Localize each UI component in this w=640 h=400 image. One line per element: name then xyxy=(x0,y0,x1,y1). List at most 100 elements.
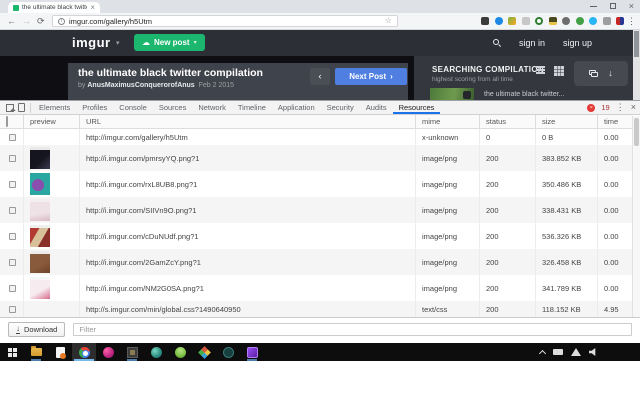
column-preview[interactable]: preview xyxy=(24,115,80,128)
devtools-close-icon[interactable]: × xyxy=(631,103,636,112)
keyboard-icon[interactable] xyxy=(553,349,563,355)
new-post-button[interactable]: ☁ New post ▾ xyxy=(134,34,205,51)
table-row[interactable]: http://imgur.com/gallery/h5Utm x-unknown… xyxy=(0,129,632,145)
extension-icon-3[interactable] xyxy=(508,17,516,25)
start-button[interactable] xyxy=(0,343,24,361)
address-bar[interactable]: i imgur.com/gallery/h5Utm ☆ xyxy=(52,15,398,27)
table-row[interactable]: http://i.imgur.com/pmrsyYQ.png?1 image/p… xyxy=(0,145,632,171)
filter-input[interactable] xyxy=(73,323,632,336)
extension-icon-9[interactable] xyxy=(589,17,597,25)
hidden-icons-chevron-icon[interactable] xyxy=(539,349,546,356)
post-author[interactable]: AnusMaximusConquerorofAnus xyxy=(87,82,194,89)
tab-timeline[interactable]: Timeline xyxy=(232,101,272,114)
table-row[interactable]: http://s.imgur.com/min/global.css?149064… xyxy=(0,301,632,317)
file-explorer-icon[interactable] xyxy=(24,343,48,361)
row-checkbox[interactable] xyxy=(9,233,16,240)
sign-in-link[interactable]: sign in xyxy=(519,38,545,48)
resource-url[interactable]: http://i.imgur.com/rxL8UB8.png?1 xyxy=(80,171,416,197)
forward-icon[interactable]: → xyxy=(22,16,31,27)
tab-security[interactable]: Security xyxy=(321,101,360,114)
browser-tab[interactable]: the ultimate black twitte × xyxy=(8,2,100,13)
resource-url[interactable]: http://i.imgur.com/cDuNUdf.png?1 xyxy=(80,223,416,249)
extension-icon-11[interactable] xyxy=(616,17,624,25)
document-search-app-icon[interactable] xyxy=(48,343,72,361)
taskbar-app-icon-purple[interactable] xyxy=(240,343,264,361)
logo-chevron-down-icon[interactable]: ▾ xyxy=(116,39,120,47)
extension-icon-1[interactable] xyxy=(481,17,489,25)
column-size[interactable]: size xyxy=(536,115,598,128)
tab-close-icon[interactable]: × xyxy=(90,4,95,12)
row-checkbox[interactable] xyxy=(9,259,16,266)
extension-icon-7[interactable] xyxy=(562,17,570,25)
device-toolbar-icon[interactable] xyxy=(18,103,25,112)
column-mime[interactable]: mime xyxy=(416,115,480,128)
table-row[interactable]: http://i.imgur.com/SIIVn9O.png?1 image/p… xyxy=(0,197,632,223)
resource-url[interactable]: http://i.imgur.com/pmrsyYQ.png?1 xyxy=(80,145,416,171)
download-icon[interactable]: ↓ xyxy=(608,69,613,78)
taskbar-app-icon-darkcircle[interactable] xyxy=(216,343,240,361)
extension-icon-6[interactable] xyxy=(549,17,557,25)
sign-up-link[interactable]: sign up xyxy=(563,38,592,48)
tab-resources[interactable]: Resources xyxy=(393,101,441,114)
table-row[interactable]: http://i.imgur.com/2GamZcY.png?1 image/p… xyxy=(0,249,632,275)
download-button[interactable]: ↓ Download xyxy=(8,322,65,337)
column-time[interactable]: time xyxy=(598,115,632,128)
taskbar-app-icon-pink[interactable] xyxy=(96,343,120,361)
table-row[interactable]: http://i.imgur.com/NM2G0SA.png?1 image/p… xyxy=(0,275,632,301)
page-scrollbar-thumb[interactable] xyxy=(634,31,639,57)
tab-sources[interactable]: Sources xyxy=(153,101,193,114)
minimize-icon[interactable] xyxy=(590,6,597,7)
table-row[interactable]: http://i.imgur.com/cDuNUdf.png?1 image/p… xyxy=(0,223,632,249)
sidebar-post-item[interactable]: the ultimate black twitter... xyxy=(430,88,565,100)
imgur-logo[interactable]: imgur xyxy=(72,35,111,50)
refresh-icon[interactable]: ⟳ xyxy=(37,16,45,27)
row-checkbox[interactable] xyxy=(9,134,16,141)
maximize-icon[interactable] xyxy=(610,3,616,9)
tab-audits[interactable]: Audits xyxy=(360,101,393,114)
row-checkbox[interactable] xyxy=(9,306,16,313)
chrome-icon[interactable] xyxy=(72,343,96,361)
bookmark-star-icon[interactable]: ☆ xyxy=(385,17,392,25)
taskbar-app-icon-darksquare[interactable] xyxy=(120,343,144,361)
browser-menu-icon[interactable]: ⋮ xyxy=(627,16,636,27)
resource-url[interactable]: http://i.imgur.com/2GamZcY.png?1 xyxy=(80,249,416,275)
row-checkbox[interactable] xyxy=(9,285,16,292)
extension-icon-4[interactable] xyxy=(522,17,530,25)
tab-network[interactable]: Network xyxy=(192,101,232,114)
select-all-checkbox[interactable] xyxy=(6,116,8,127)
table-row[interactable]: http://i.imgur.com/rxL8UB8.png?1 image/p… xyxy=(0,171,632,197)
extension-icon-10[interactable] xyxy=(603,17,611,25)
search-icon[interactable] xyxy=(493,39,501,47)
resource-url[interactable]: http://i.imgur.com/NM2G0SA.png?1 xyxy=(80,275,416,301)
row-checkbox[interactable] xyxy=(9,155,16,162)
url-text[interactable]: imgur.com/gallery/h5Utm xyxy=(69,17,381,26)
resource-url[interactable]: http://imgur.com/gallery/h5Utm xyxy=(80,129,416,145)
resource-url[interactable]: http://s.imgur.com/min/global.css?149064… xyxy=(80,301,416,317)
extension-icon-2[interactable] xyxy=(495,17,503,25)
copy-icon[interactable] xyxy=(589,70,598,77)
extension-icon-8[interactable] xyxy=(576,17,584,25)
devtools-scrollbar[interactable] xyxy=(632,116,640,317)
android-studio-icon[interactable] xyxy=(168,343,192,361)
next-post-button[interactable]: Next Post › xyxy=(335,68,407,85)
window-close-icon[interactable]: × xyxy=(629,2,634,11)
resource-url[interactable]: http://i.imgur.com/SIIVn9O.png?1 xyxy=(80,197,416,223)
error-count[interactable]: 19 xyxy=(601,103,609,112)
page-scrollbar[interactable] xyxy=(633,30,640,100)
grid-view-icon[interactable] xyxy=(554,66,557,69)
wifi-icon[interactable] xyxy=(571,348,581,356)
back-icon[interactable]: ← xyxy=(7,16,16,27)
inspect-element-icon[interactable] xyxy=(6,104,14,112)
taskbar-app-icon-diamond[interactable] xyxy=(192,343,216,361)
tab-elements[interactable]: Elements xyxy=(33,101,76,114)
column-url[interactable]: URL xyxy=(80,115,416,128)
row-checkbox[interactable] xyxy=(9,181,16,188)
tab-application[interactable]: Application xyxy=(272,101,321,114)
devtools-menu-icon[interactable]: ⋮ xyxy=(616,103,625,112)
devtools-scrollbar-thumb[interactable] xyxy=(634,118,639,146)
tab-console[interactable]: Console xyxy=(113,101,153,114)
page-info-icon[interactable]: i xyxy=(58,18,65,25)
prev-post-button[interactable]: ‹ xyxy=(310,68,330,85)
tab-profiles[interactable]: Profiles xyxy=(76,101,113,114)
volume-icon[interactable] xyxy=(589,348,598,356)
